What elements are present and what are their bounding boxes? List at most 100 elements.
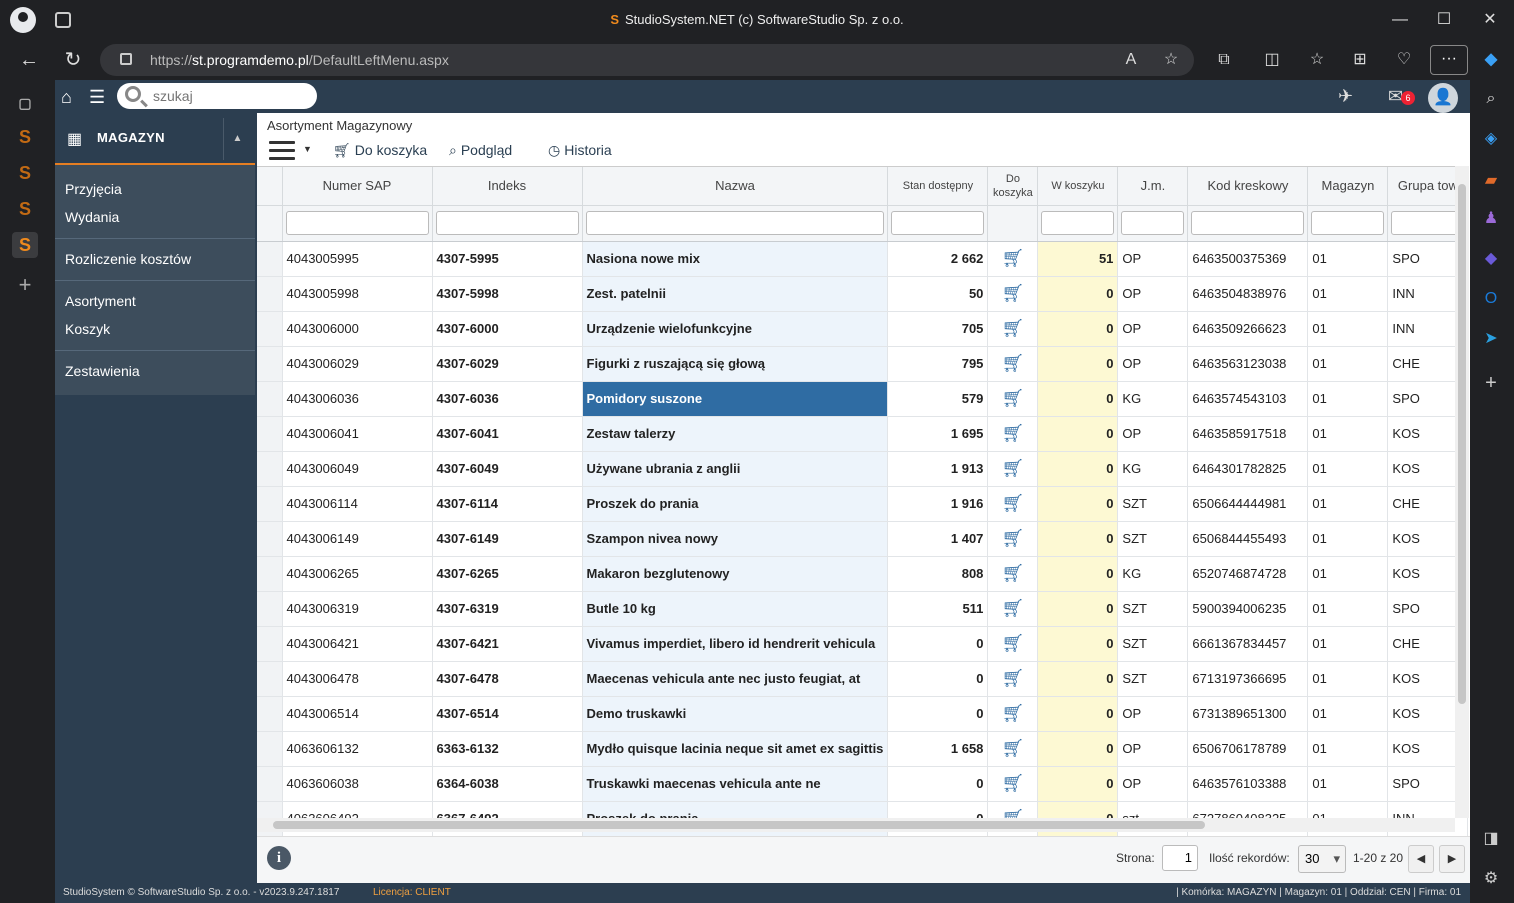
cell-do-koszyka[interactable]: 🛒︎ [987,591,1039,627]
col-numer-sap[interactable]: Numer SAP [282,167,433,206]
table-row[interactable]: 4043006036 4307-6036 Pomidory suszone 579 🛒︎… [257,381,1469,417]
cell-indeks[interactable]: 4307-6036 [432,381,583,417]
module-header[interactable]: ▦ MAGAZYN ▲ [55,113,255,165]
cell-do-koszyka[interactable]: 🛒︎ [987,766,1039,802]
cell-stan[interactable]: 0 [887,766,989,802]
col-jm[interactable]: J.m. [1117,167,1189,206]
cell-jm[interactable]: OP [1117,416,1189,452]
cell-do-koszyka[interactable]: 🛒︎ [987,696,1039,732]
cell-kod-kreskowy[interactable]: 6463504838976 [1187,276,1309,312]
cell-numer-sap[interactable]: 4043006029 [282,346,433,382]
row-selector[interactable] [257,241,283,277]
table-row[interactable]: 4043006049 4307-6049 Używane ubrania z ang… [257,451,1469,487]
info-icon[interactable]: i [267,846,291,870]
cell-magazyn[interactable]: 01 [1307,731,1389,767]
extensions-icon[interactable]: ⧉ [1213,50,1235,70]
cell-stan[interactable]: 1 913 [887,451,989,487]
cell-numer-sap[interactable]: 4063606132 [282,731,433,767]
tab-studiosystem-icon[interactable]: S [12,196,38,222]
cell-stan[interactable]: 579 [887,381,989,417]
filter-w-koszyku[interactable] [1041,211,1115,235]
outlook-icon[interactable]: O [1480,288,1502,310]
cell-magazyn[interactable]: 01 [1307,486,1389,522]
row-selector[interactable] [257,766,283,802]
add-to-cart-icon[interactable]: 🛒︎ [1001,563,1024,583]
cell-jm[interactable]: SZT [1117,591,1189,627]
menu-item-zestawienia[interactable]: Zestawienia [65,363,140,379]
cell-indeks[interactable]: 4307-6265 [432,556,583,592]
table-row[interactable]: 4063606038 6364-6038 Truskawki maecenas ve… [257,766,1469,802]
cell-magazyn[interactable]: 01 [1307,626,1389,662]
cell-jm[interactable]: OP [1117,766,1189,802]
tab-list-icon[interactable]: ▢ [12,90,38,116]
add-to-cart-icon[interactable]: 🛒︎ [1001,458,1024,478]
table-row[interactable]: 4043006514 4307-6514 Demo truskawki 0 🛒︎ 0 OP 6… [257,696,1469,732]
search-icon[interactable]: ⌕ [1480,88,1502,110]
cell-jm[interactable]: OP [1117,696,1189,732]
cell-w-koszyku[interactable]: 0 [1037,661,1119,697]
cell-kod-kreskowy[interactable]: 6506706178789 [1187,731,1309,767]
hide-sidebar-icon[interactable]: ◨ [1480,828,1502,850]
row-selector[interactable] [257,276,283,312]
cell-jm[interactable]: SZT [1117,486,1189,522]
cell-magazyn[interactable]: 01 [1307,451,1389,487]
split-screen-icon[interactable]: ◫ [1261,50,1283,70]
cell-numer-sap[interactable]: 4043006265 [282,556,433,592]
cell-kod-kreskowy[interactable]: 6731389651300 [1187,696,1309,732]
menu-item-koszyk[interactable]: Koszyk [65,321,110,337]
toggle-menu-icon[interactable]: ☰ [89,87,109,107]
cell-numer-sap[interactable]: 4043005998 [282,276,433,312]
cell-do-koszyka[interactable]: 🛒︎ [987,521,1039,557]
copilot-icon[interactable]: ◆ [1480,50,1502,70]
col-kod-kreskowy[interactable]: Kod kreskowy [1187,167,1309,206]
row-selector[interactable] [257,416,283,452]
prev-page-button[interactable]: ◀ [1408,845,1434,873]
cell-w-koszyku[interactable]: 0 [1037,731,1119,767]
cell-indeks[interactable]: 4307-6114 [432,486,583,522]
table-row[interactable]: 4043005995 4307-5995 Nasiona nowe mix 2 662… [257,241,1469,277]
send-icon[interactable]: ➤ [1480,328,1502,350]
cell-w-koszyku[interactable]: 0 [1037,696,1119,732]
cell-magazyn[interactable]: 01 [1307,521,1389,557]
cell-do-koszyka[interactable]: 🛒︎ [987,416,1039,452]
cell-jm[interactable]: SZT [1117,661,1189,697]
col-magazyn[interactable]: Magazyn [1307,167,1389,206]
preview-button[interactable]: ⌕ Podgląd [449,142,512,159]
add-to-cart-button[interactable]: 🛒︎ Do koszyka [333,142,427,159]
cell-w-koszyku[interactable]: 51 [1037,241,1119,277]
search-input[interactable] [153,86,303,106]
next-page-button[interactable]: ▶ [1439,845,1465,873]
tab-studiosystem-icon[interactable]: S [12,124,38,150]
cell-magazyn[interactable]: 01 [1307,381,1389,417]
cell-stan[interactable]: 2 662 [887,241,989,277]
cell-indeks[interactable]: 4307-6000 [432,311,583,347]
cell-w-koszyku[interactable]: 0 [1037,556,1119,592]
cell-jm[interactable]: KG [1117,556,1189,592]
filter-magazyn[interactable] [1311,211,1385,235]
tab-studiosystem-active-icon[interactable]: S [12,232,38,258]
cell-jm[interactable]: OP [1117,241,1189,277]
cell-stan[interactable]: 50 [887,276,989,312]
add-to-cart-icon[interactable]: 🛒︎ [1001,318,1024,338]
cell-numer-sap[interactable]: 4063606038 [282,766,433,802]
cell-numer-sap[interactable]: 4043006041 [282,416,433,452]
table-row[interactable]: 4043006149 4307-6149 Szampon nivea nowy 1 4… [257,521,1469,557]
cell-nazwa[interactable]: Zestaw talerzy [582,416,889,452]
menu-item-wydania[interactable]: Wydania [65,209,119,225]
col-w-koszyku[interactable]: W koszyku [1037,167,1119,206]
table-row[interactable]: 4043006000 4307-6000 Urządzenie wielofunkc… [257,311,1469,347]
cell-magazyn[interactable]: 01 [1307,661,1389,697]
cell-indeks[interactable]: 6363-6132 [432,731,583,767]
cell-stan[interactable]: 1 407 [887,521,989,557]
cell-kod-kreskowy[interactable]: 6661367834457 [1187,626,1309,662]
cell-jm[interactable]: OP [1117,276,1189,312]
search-box[interactable] [117,83,317,109]
row-selector[interactable] [257,311,283,347]
cell-do-koszyka[interactable]: 🛒︎ [987,311,1039,347]
add-to-cart-icon[interactable]: 🛒︎ [1001,633,1024,653]
cell-numer-sap[interactable]: 4043006319 [282,591,433,627]
cell-indeks[interactable]: 4307-6478 [432,661,583,697]
cell-kod-kreskowy[interactable]: 6463563123038 [1187,346,1309,382]
cell-w-koszyku[interactable]: 0 [1037,311,1119,347]
cell-indeks[interactable]: 4307-6049 [432,451,583,487]
